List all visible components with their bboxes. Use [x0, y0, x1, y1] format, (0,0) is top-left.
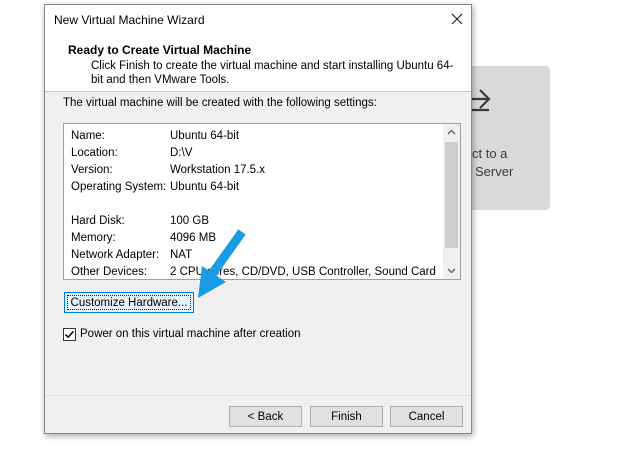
settings-summary-list[interactable]: Name: Ubuntu 64-bit Location: D:\V Version: W…	[63, 123, 461, 280]
power-on-checkbox[interactable]	[63, 328, 76, 341]
setting-key: Location:	[71, 147, 118, 159]
wizard-header: Ready to Create Virtual Machine Click Fi…	[45, 35, 471, 92]
cancel-button[interactable]: Cancel	[390, 406, 463, 427]
back-button[interactable]: < Back	[229, 406, 302, 427]
setting-value: 100 GB	[170, 215, 209, 227]
dialog-title: New Virtual Machine Wizard	[54, 13, 205, 27]
finish-button[interactable]: Finish	[310, 406, 383, 427]
setting-key: Hard Disk:	[71, 215, 125, 227]
scroll-up-icon[interactable]	[443, 124, 460, 141]
setting-value: Ubuntu 64-bit	[170, 181, 240, 193]
checkmark-icon	[64, 330, 75, 339]
customize-hardware-button[interactable]: Customize Hardware...	[64, 292, 194, 313]
setting-value: Ubuntu 64-bit	[170, 130, 240, 142]
setting-key: Version:	[71, 164, 113, 176]
setting-key: Memory:	[71, 232, 116, 244]
setting-value: NAT	[170, 249, 193, 261]
setting-key: Operating System:	[71, 181, 167, 193]
settings-intro: The virtual machine will be created with…	[63, 97, 377, 109]
setting-value: D:\V	[170, 147, 193, 159]
footer-divider	[45, 395, 471, 396]
title-bar: New Virtual Machine Wizard	[45, 5, 471, 35]
scrollbar-thumb[interactable]	[445, 142, 458, 248]
setting-value: Workstation 17.5.x	[170, 164, 266, 176]
settings-scrollbar[interactable]	[443, 124, 460, 279]
header-description: Click Finish to create the virtual machi…	[91, 60, 454, 86]
close-icon[interactable]	[449, 11, 465, 27]
power-on-label: Power on this virtual machine after crea…	[80, 328, 301, 340]
background-text-line2: Server	[475, 164, 514, 179]
setting-key: Name:	[71, 130, 105, 142]
new-vm-wizard-dialog: New Virtual Machine Wizard Ready to Crea…	[44, 4, 472, 434]
background-text-line1: ct to a	[472, 146, 508, 161]
header-title: Ready to Create Virtual Machine	[68, 43, 252, 57]
setting-key: Other Devices:	[71, 266, 148, 278]
callout-arrow-icon	[198, 229, 246, 298]
scroll-down-icon[interactable]	[443, 262, 460, 279]
setting-key: Network Adapter:	[71, 249, 160, 261]
